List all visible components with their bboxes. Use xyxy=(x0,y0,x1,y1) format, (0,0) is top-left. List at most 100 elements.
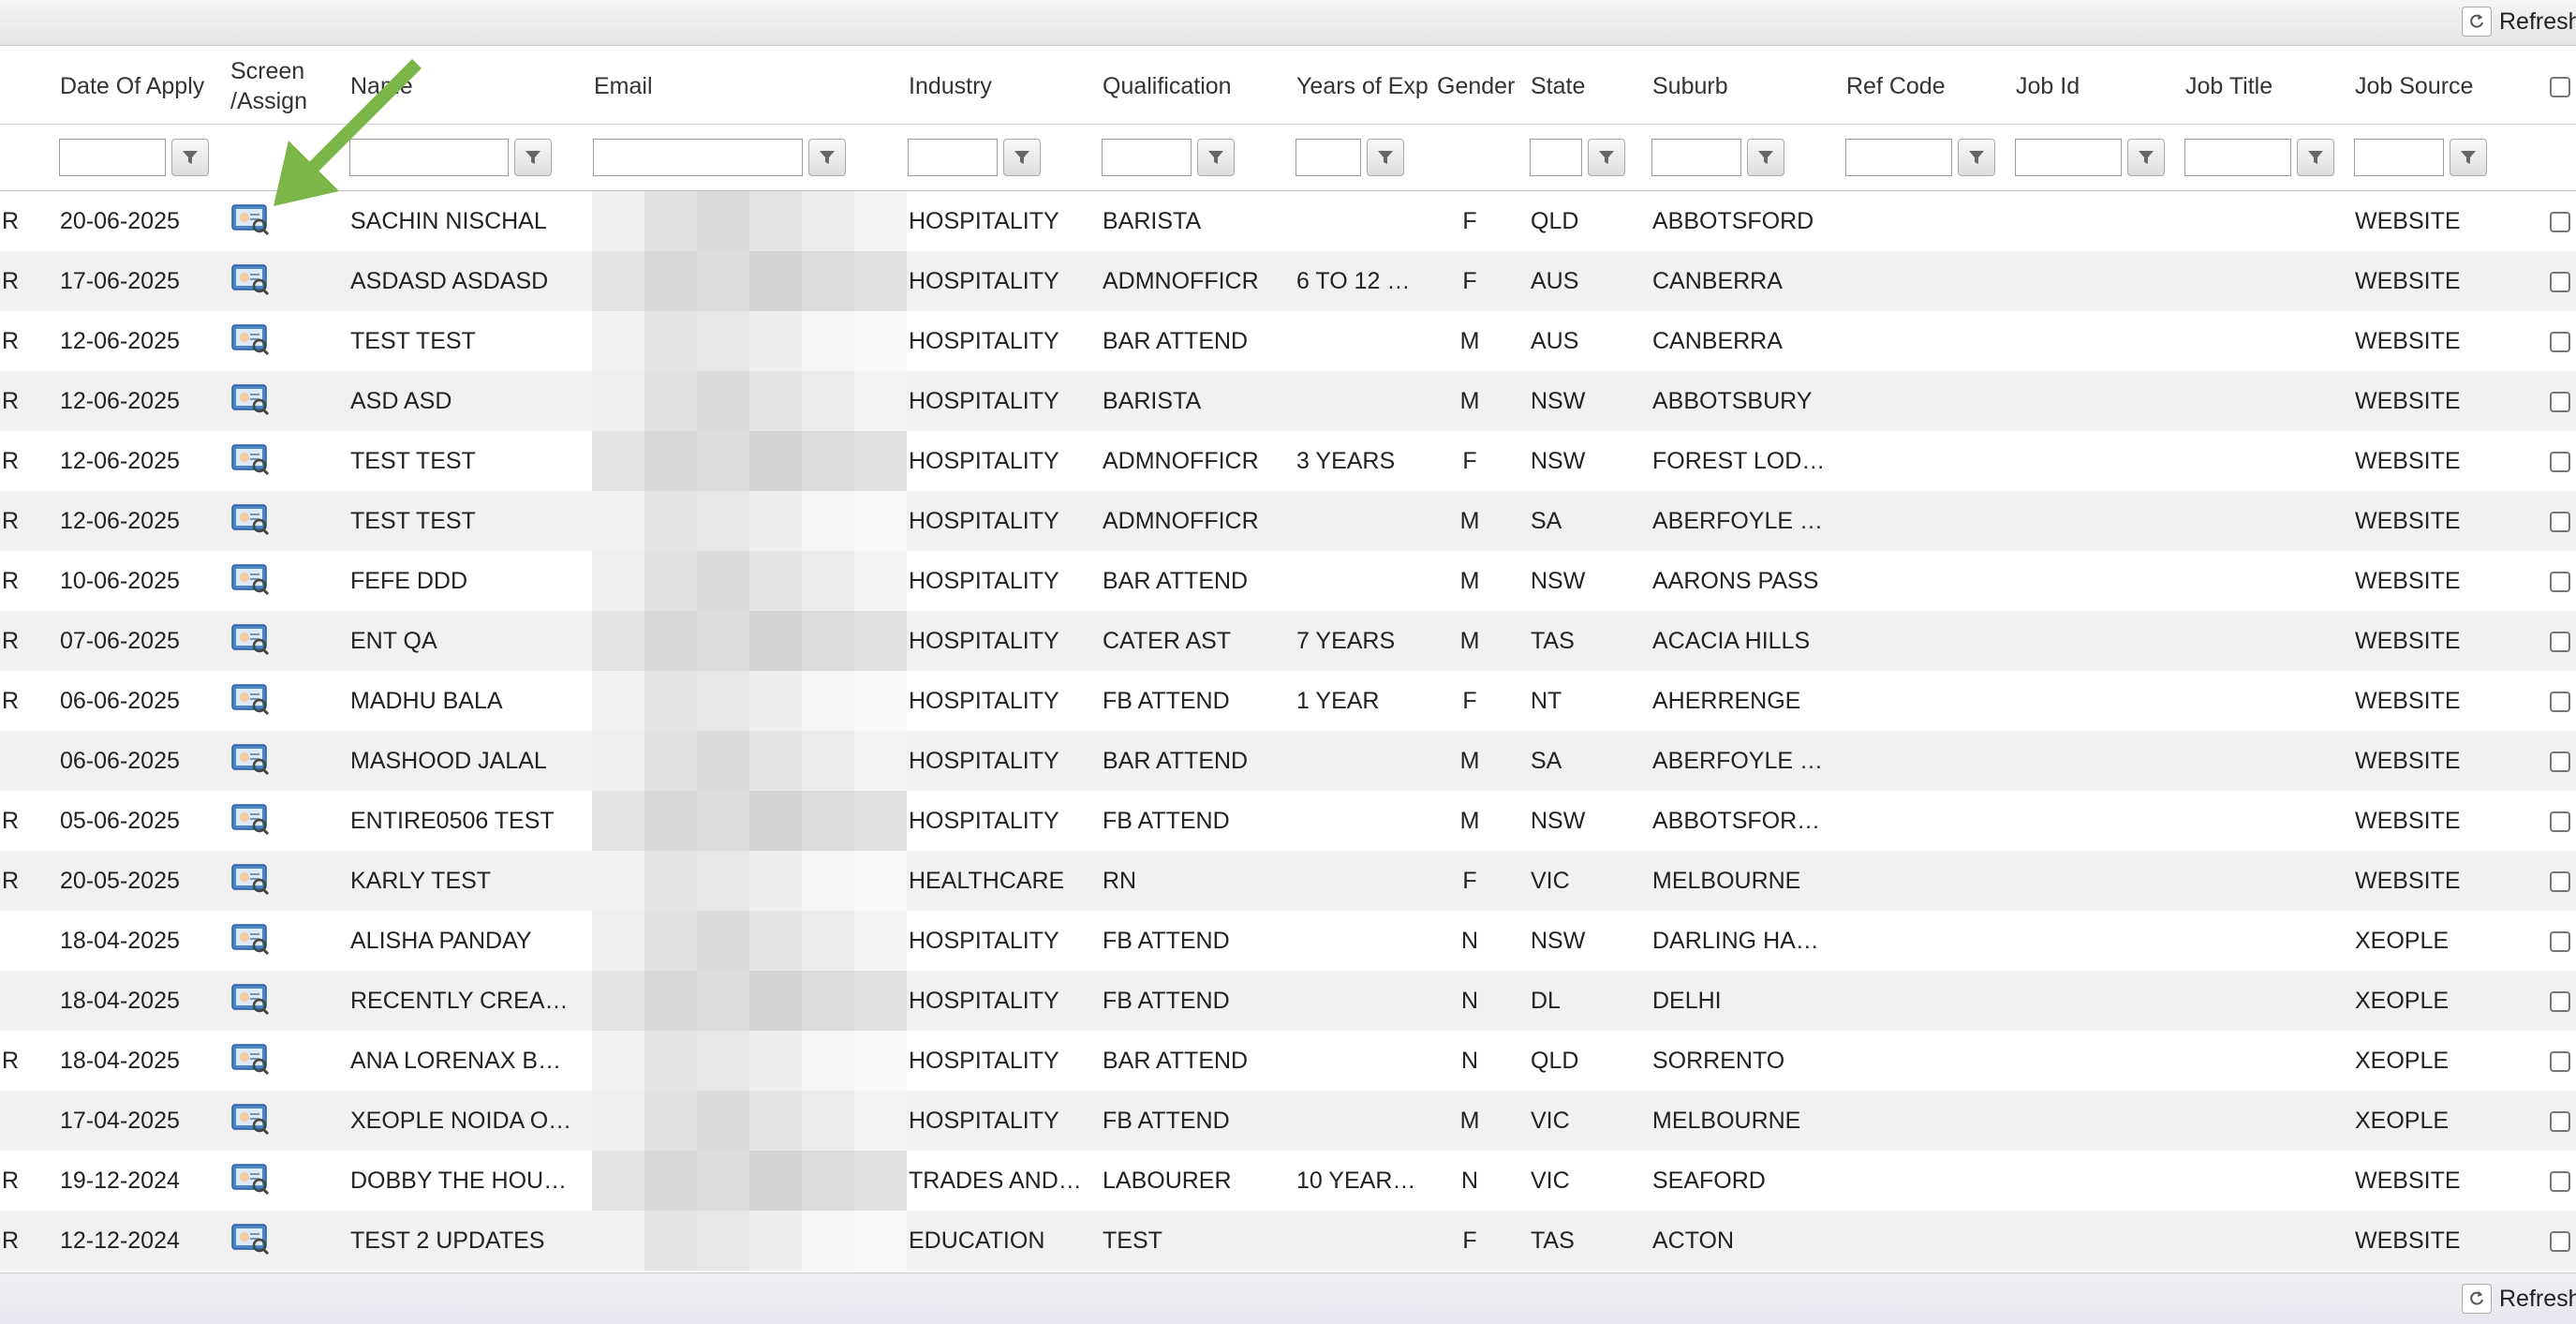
filter-icon[interactable] xyxy=(1367,139,1404,176)
filter-icon[interactable] xyxy=(1197,139,1235,176)
email-cell-redacted xyxy=(592,1091,907,1151)
screen-assign-icon[interactable] xyxy=(230,801,270,835)
screen-assign-icon[interactable] xyxy=(230,1101,270,1135)
row-checkbox[interactable] xyxy=(2550,870,2570,892)
column-header-industry[interactable]: Industry xyxy=(907,49,1101,125)
screen-assign-icon[interactable] xyxy=(230,381,270,415)
cell-jobsource: WEBSITE xyxy=(2353,371,2548,431)
filter-input-email[interactable] xyxy=(593,139,803,176)
filter-icon[interactable] xyxy=(514,139,552,176)
table-row[interactable]: R 10-06-2025 FEFE DDD HOSPITALITY BAR ATTEND… xyxy=(0,551,2576,611)
row-checkbox[interactable] xyxy=(2550,990,2570,1012)
column-header-gender[interactable]: Gender xyxy=(1435,49,1529,125)
screen-assign-icon[interactable] xyxy=(230,681,270,715)
table-row[interactable]: 06-06-2025 MASHOOD JALAL HOSPITALITY BAR AT… xyxy=(0,731,2576,791)
filter-icon[interactable] xyxy=(1588,139,1625,176)
row-checkbox[interactable] xyxy=(2550,691,2570,712)
table-row[interactable]: R 12-12-2024 TEST 2 UPDATES EDUCATION TEST F T… xyxy=(0,1211,2576,1271)
table-row[interactable]: R 12-06-2025 ASD ASD HOSPITALITY BARISTA M NSW… xyxy=(0,371,2576,431)
row-checkbox[interactable] xyxy=(2550,811,2570,832)
cell-jobsource: WEBSITE xyxy=(2355,687,2461,714)
column-header-qualification[interactable]: Qualification xyxy=(1101,49,1295,125)
row-checkbox[interactable] xyxy=(2550,451,2570,472)
screen-assign-icon[interactable] xyxy=(230,981,270,1015)
screen-assign-icon[interactable] xyxy=(230,861,270,895)
column-header-jobid[interactable]: Job Id xyxy=(2014,49,2184,125)
filter-input-refcode[interactable] xyxy=(1845,139,1952,176)
screen-assign-icon[interactable] xyxy=(230,1161,270,1195)
filter-icon[interactable] xyxy=(808,139,846,176)
row-checkbox[interactable] xyxy=(2550,1170,2570,1192)
filter-input-jobtitle[interactable] xyxy=(2184,139,2291,176)
filter-icon[interactable] xyxy=(171,139,209,176)
table-row[interactable]: R 20-05-2025 KARLY TEST HEALTHCARE RN F VIC MEL… xyxy=(0,851,2576,911)
cell-industry: HOSPITALITY xyxy=(909,807,1059,834)
screen-assign-icon[interactable] xyxy=(230,261,270,295)
column-header-suburb[interactable]: Suburb xyxy=(1651,49,1844,125)
column-header-email[interactable]: Email xyxy=(592,49,907,125)
refresh-button-bottom[interactable]: Refresh xyxy=(2462,1281,2576,1317)
screen-assign-icon[interactable] xyxy=(230,621,270,655)
filter-icon[interactable] xyxy=(2127,139,2165,176)
select-all-checkbox[interactable] xyxy=(2550,77,2570,98)
column-header-state[interactable]: State xyxy=(1529,49,1651,125)
row-checkbox[interactable] xyxy=(2550,1230,2570,1252)
table-row[interactable]: R 19-12-2024 DOBBY THE HOU… TRADES AND… LABO… xyxy=(0,1151,2576,1211)
column-header-jobtitle[interactable]: Job Title xyxy=(2184,49,2353,125)
table-row[interactable]: R 05-06-2025 ENTIRE0506 TEST HOSPITALITY FB … xyxy=(0,791,2576,851)
row-checkbox[interactable] xyxy=(2550,631,2570,652)
screen-assign-icon[interactable] xyxy=(230,201,270,235)
screen-assign-icon[interactable] xyxy=(230,501,270,535)
row-checkbox[interactable] xyxy=(2550,930,2570,952)
table-row[interactable]: R 12-06-2025 TEST TEST HOSPITALITY ADMNOFFIC… xyxy=(0,491,2576,551)
screen-assign-icon[interactable] xyxy=(230,921,270,955)
column-header-date[interactable]: Date Of Apply xyxy=(58,49,229,125)
column-header-jobsource[interactable]: Job Source xyxy=(2353,49,2548,125)
filter-icon[interactable] xyxy=(2297,139,2334,176)
filter-icon[interactable] xyxy=(1003,139,1041,176)
row-checkbox[interactable] xyxy=(2550,1050,2570,1072)
row-checkbox[interactable] xyxy=(2550,511,2570,532)
filter-input-jobid[interactable] xyxy=(2015,139,2122,176)
row-checkbox[interactable] xyxy=(2550,271,2570,292)
refresh-button[interactable]: Refresh xyxy=(2462,4,2576,39)
row-checkbox[interactable] xyxy=(2550,391,2570,412)
filter-icon[interactable] xyxy=(1958,139,1995,176)
column-header-refcode[interactable]: Ref Code xyxy=(1844,49,2014,125)
row-checkbox[interactable] xyxy=(2550,331,2570,352)
filter-input-industry[interactable] xyxy=(908,139,998,176)
table-row[interactable]: R 07-06-2025 ENT QA HOSPITALITY CATER AST 7 Y… xyxy=(0,611,2576,671)
table-row[interactable]: R 12-06-2025 TEST TEST HOSPITALITY ADMNOFFIC… xyxy=(0,431,2576,491)
column-header-years[interactable]: Years of Exp xyxy=(1295,49,1435,125)
screen-assign-icon[interactable] xyxy=(230,1221,270,1255)
screen-assign-icon[interactable] xyxy=(230,1041,270,1075)
filter-input-state[interactable] xyxy=(1530,139,1582,176)
screen-assign-icon[interactable] xyxy=(230,561,270,595)
screen-assign-icon[interactable] xyxy=(230,321,270,355)
filter-icon[interactable] xyxy=(2450,139,2487,176)
table-row[interactable]: R 18-04-2025 ANA LORENAX B… HOSPITALITY BAR … xyxy=(0,1031,2576,1091)
row-checkbox[interactable] xyxy=(2550,751,2570,772)
table-row[interactable]: R 06-06-2025 MADHU BALA HOSPITALITY FB ATTEN… xyxy=(0,671,2576,731)
filter-input-qualification[interactable] xyxy=(1102,139,1192,176)
table-row[interactable]: 18-04-2025 ALISHA PANDAY HOSPITALITY FB ATT… xyxy=(0,911,2576,971)
table-row[interactable]: 18-04-2025 RECENTLY CREA… HOSPITALITY FB AT… xyxy=(0,971,2576,1031)
filter-cell-years xyxy=(1295,124,1435,191)
filter-input-years[interactable] xyxy=(1295,139,1361,176)
filter-input-date[interactable] xyxy=(59,139,166,176)
column-header-select xyxy=(2548,49,2576,125)
filter-icon[interactable] xyxy=(1747,139,1784,176)
filter-input-suburb[interactable] xyxy=(1651,139,1741,176)
row-checkbox[interactable] xyxy=(2550,571,2570,592)
table-row[interactable]: R 12-06-2025 TEST TEST HOSPITALITY BAR ATTEN… xyxy=(0,311,2576,371)
table-row[interactable]: R 17-06-2025 ASDASD ASDASD HOSPITALITY ADMNO… xyxy=(0,251,2576,311)
cell-state: DL xyxy=(1529,971,1651,1031)
row-checkbox[interactable] xyxy=(2550,1110,2570,1132)
table-row[interactable]: 17-04-2025 XEOPLE NOIDA O… HOSPITALITY FB A… xyxy=(0,1091,2576,1151)
cell-gender: N xyxy=(1460,1047,1479,1074)
row-checkbox[interactable] xyxy=(2550,211,2570,232)
screen-assign-icon[interactable] xyxy=(230,741,270,775)
cell-suburb: ABERFOYLE … xyxy=(1651,491,1844,551)
filter-input-jobsource[interactable] xyxy=(2354,139,2444,176)
screen-assign-icon[interactable] xyxy=(230,441,270,475)
